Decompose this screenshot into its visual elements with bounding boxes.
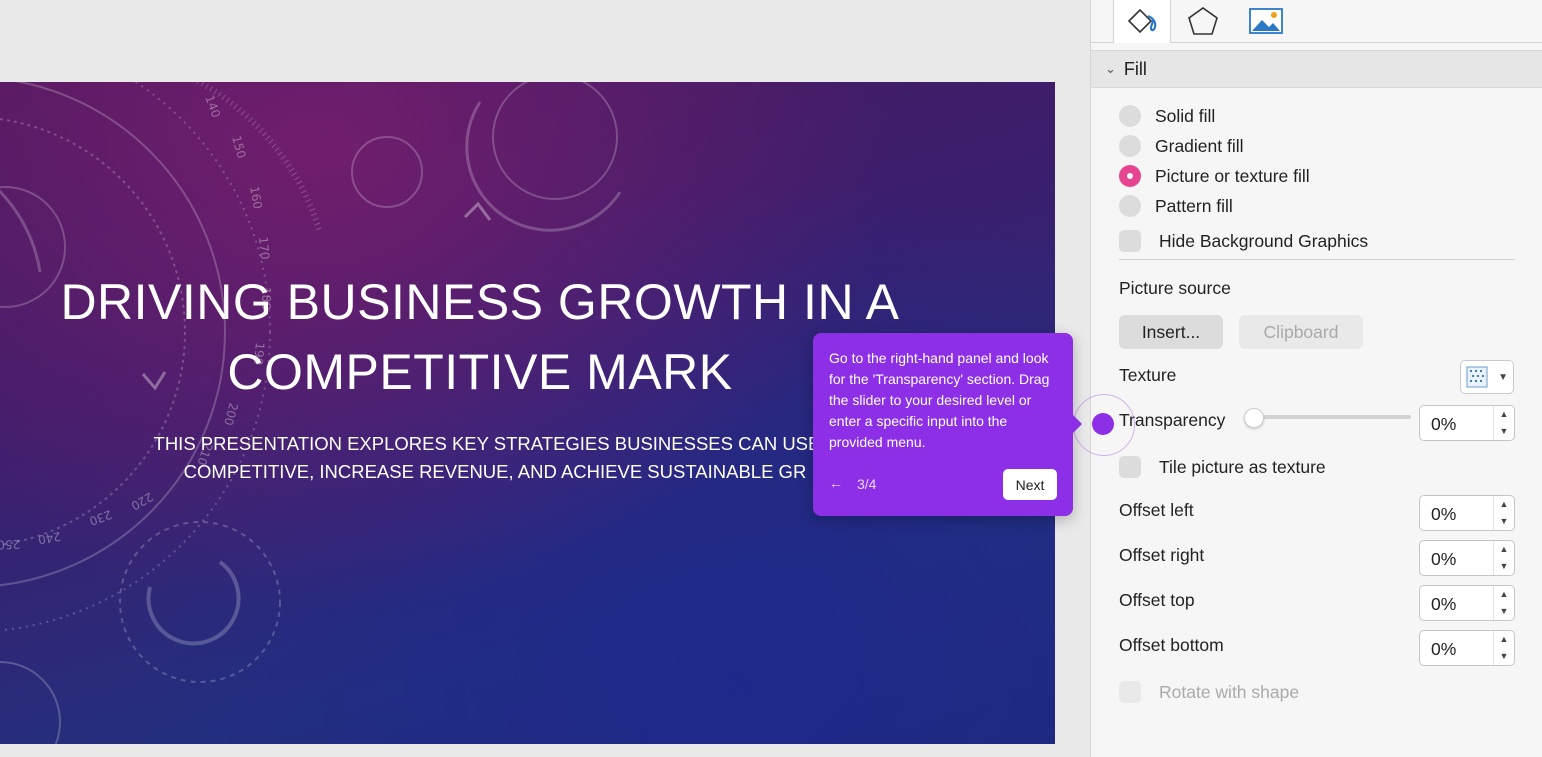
offset-top-label: Offset top	[1119, 590, 1195, 610]
dial-label: 220	[129, 489, 156, 513]
transparency-slider[interactable]	[1248, 415, 1411, 419]
offset-left-stepper[interactable]: 0% ▲ ▼	[1419, 495, 1515, 531]
dial-label: 140	[202, 93, 223, 119]
radio-button[interactable]	[1119, 135, 1141, 157]
dial-label: 150	[229, 134, 248, 160]
tour-next-button[interactable]: Next	[1003, 469, 1057, 500]
stepper-up-icon[interactable]: ▲	[1494, 406, 1514, 423]
stepper-down-icon[interactable]: ▼	[1494, 423, 1514, 440]
chevron-down-icon: ⌄	[1105, 61, 1116, 76]
radio-button[interactable]	[1119, 195, 1141, 217]
dial-label: 230	[87, 507, 113, 528]
checkbox	[1119, 681, 1141, 703]
pentagon-icon	[1188, 7, 1218, 35]
offset-bottom-label: Offset bottom	[1119, 635, 1224, 655]
radio-label: Solid fill	[1155, 105, 1216, 126]
insert-button[interactable]: Insert...	[1119, 315, 1223, 349]
stepper-up-icon[interactable]: ▲	[1494, 541, 1514, 558]
radio-solid-fill[interactable]: Solid fill	[1119, 105, 1215, 127]
checkbox-label: Tile picture as texture	[1159, 456, 1326, 477]
clipboard-button[interactable]: Clipboard	[1239, 315, 1363, 349]
slide-title[interactable]: DRIVING BUSINESS GROWTH IN A COMPETITIVE…	[40, 267, 920, 407]
tour-step-counter: 3/4	[857, 476, 877, 492]
radio-label: Gradient fill	[1155, 135, 1244, 156]
texture-label: Texture	[1119, 365, 1177, 385]
stepper-up-icon[interactable]: ▲	[1494, 496, 1514, 513]
back-arrow-icon[interactable]: ←	[829, 475, 843, 491]
radio-button[interactable]	[1119, 105, 1141, 127]
slide-subtitle-line2: COMPETITIVE, INCREASE REVENUE, AND ACHIE…	[183, 461, 807, 482]
dropdown-arrow-icon: ▼	[1498, 371, 1508, 383]
radio-label: Picture or texture fill	[1155, 165, 1310, 186]
tab-effects[interactable]	[1175, 0, 1231, 42]
picture-icon	[1249, 8, 1283, 34]
rotate-with-shape-checkbox: Rotate with shape	[1119, 681, 1299, 703]
tour-instruction-text: Go to the right-hand panel and look for …	[829, 350, 1050, 450]
tour-tooltip: Go to the right-hand panel and look for …	[813, 333, 1082, 516]
offset-left-value[interactable]: 0%	[1431, 504, 1456, 525]
tab-picture[interactable]	[1238, 0, 1294, 42]
fill-bucket-icon	[1127, 8, 1157, 33]
format-background-panel: ⌄ Fill Solid fill Gradient fill Picture …	[1090, 0, 1542, 757]
stepper-down-icon[interactable]: ▼	[1494, 648, 1514, 665]
texture-picker[interactable]: ▼	[1460, 360, 1514, 394]
radio-button-selected[interactable]	[1119, 165, 1141, 187]
chevron-marker-icon	[463, 201, 492, 221]
picture-source-label: Picture source	[1119, 278, 1231, 298]
tile-picture-checkbox[interactable]: Tile picture as texture	[1119, 456, 1326, 478]
fill-section-header[interactable]: ⌄ Fill	[1091, 50, 1542, 88]
stepper-up-icon[interactable]: ▲	[1494, 586, 1514, 603]
slide-title-line2: COMPETITIVE MARK	[227, 344, 733, 400]
checkbox-label: Rotate with shape	[1159, 681, 1300, 702]
transparency-label: Transparency	[1119, 410, 1226, 430]
offset-top-stepper[interactable]: 0% ▲ ▼	[1419, 585, 1515, 621]
dial-label: 170	[256, 236, 272, 260]
transparency-value[interactable]: 0%	[1431, 414, 1456, 435]
checkbox[interactable]	[1119, 230, 1141, 252]
radio-gradient-fill[interactable]: Gradient fill	[1119, 135, 1244, 157]
radio-label: Pattern fill	[1155, 195, 1233, 216]
radio-picture-fill[interactable]: Picture or texture fill	[1119, 165, 1310, 187]
dial-label: 160	[247, 185, 265, 210]
divider	[1119, 259, 1515, 260]
stepper-up-icon[interactable]: ▲	[1494, 631, 1514, 648]
stepper-down-icon[interactable]: ▼	[1494, 513, 1514, 530]
offset-bottom-value[interactable]: 0%	[1431, 639, 1456, 660]
transparency-slider-thumb[interactable]	[1244, 408, 1264, 428]
transparency-stepper[interactable]: 0% ▲ ▼	[1419, 405, 1515, 441]
offset-right-label: Offset right	[1119, 545, 1205, 565]
tour-beacon[interactable]	[1092, 413, 1114, 435]
stepper-down-icon[interactable]: ▼	[1494, 558, 1514, 575]
checkbox-label: Hide Background Graphics	[1159, 230, 1369, 251]
offset-right-stepper[interactable]: 0% ▲ ▼	[1419, 540, 1515, 576]
tab-fill[interactable]	[1113, 0, 1171, 43]
hide-background-graphics-checkbox[interactable]: Hide Background Graphics	[1119, 230, 1368, 252]
panel-tabs	[1091, 0, 1542, 43]
dial-label: 240	[37, 529, 62, 547]
dial-label: 250	[0, 537, 20, 552]
radio-pattern-fill[interactable]: Pattern fill	[1119, 195, 1233, 217]
offset-right-value[interactable]: 0%	[1431, 549, 1456, 570]
offset-left-label: Offset left	[1119, 500, 1194, 520]
slide-title-line1: DRIVING BUSINESS GROWTH IN A	[60, 274, 900, 330]
fill-section-title: Fill	[1123, 58, 1147, 79]
offset-top-value[interactable]: 0%	[1431, 594, 1456, 615]
slide-subtitle-line1: THIS PRESENTATION EXPLORES KEY STRATEGIE…	[153, 433, 837, 454]
slide-subtitle[interactable]: THIS PRESENTATION EXPLORES KEY STRATEGIE…	[150, 430, 840, 486]
offset-bottom-stepper[interactable]: 0% ▲ ▼	[1419, 630, 1515, 666]
stepper-down-icon[interactable]: ▼	[1494, 603, 1514, 620]
checkbox[interactable]	[1119, 456, 1141, 478]
texture-swatch-icon	[1466, 366, 1488, 388]
